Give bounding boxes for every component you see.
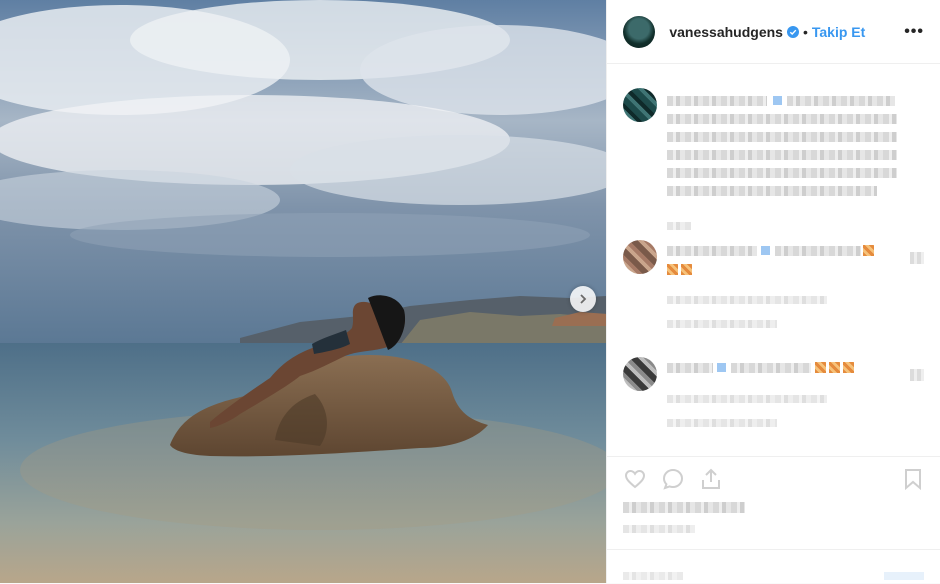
- post-photo[interactable]: [0, 0, 607, 583]
- add-comment-bar[interactable]: [607, 549, 940, 584]
- more-options-button[interactable]: •••: [904, 23, 924, 41]
- next-image-button[interactable]: [570, 286, 596, 312]
- comment-like-icon[interactable]: [910, 369, 924, 381]
- comment-text: [667, 246, 758, 256]
- avatar[interactable]: [623, 15, 656, 48]
- follow-button[interactable]: Takip Et: [812, 24, 865, 40]
- beach-photo: [0, 0, 607, 583]
- comments-section: [607, 72, 940, 444]
- comment-avatar[interactable]: [623, 357, 658, 391]
- caption-avatar[interactable]: [623, 88, 658, 122]
- chevron-right-icon: [580, 294, 587, 304]
- post-header: vanessahudgens • Takip Et •••: [607, 0, 940, 64]
- comment-item: [623, 357, 924, 444]
- comment-like-icon[interactable]: [910, 252, 924, 264]
- caption-text: [667, 96, 768, 106]
- separator-dot: •: [802, 23, 808, 40]
- post-timestamp: [623, 525, 696, 533]
- comment-avatar[interactable]: [623, 240, 658, 274]
- verified-badge-icon: [786, 25, 799, 38]
- share-icon[interactable]: [699, 467, 723, 491]
- action-bar: [607, 456, 940, 497]
- comment-icon[interactable]: [661, 467, 685, 491]
- comment-item: [623, 240, 924, 340]
- instagram-post: vanessahudgens • Takip Et •••: [0, 0, 940, 583]
- username-link[interactable]: vanessahudgens: [669, 24, 783, 40]
- comment-text: [667, 363, 714, 373]
- likes-count[interactable]: [623, 502, 746, 513]
- bookmark-icon[interactable]: [901, 467, 925, 491]
- caption: [623, 88, 924, 230]
- post-sidebar: vanessahudgens • Takip Et •••: [606, 0, 940, 583]
- heart-icon[interactable]: [623, 467, 647, 491]
